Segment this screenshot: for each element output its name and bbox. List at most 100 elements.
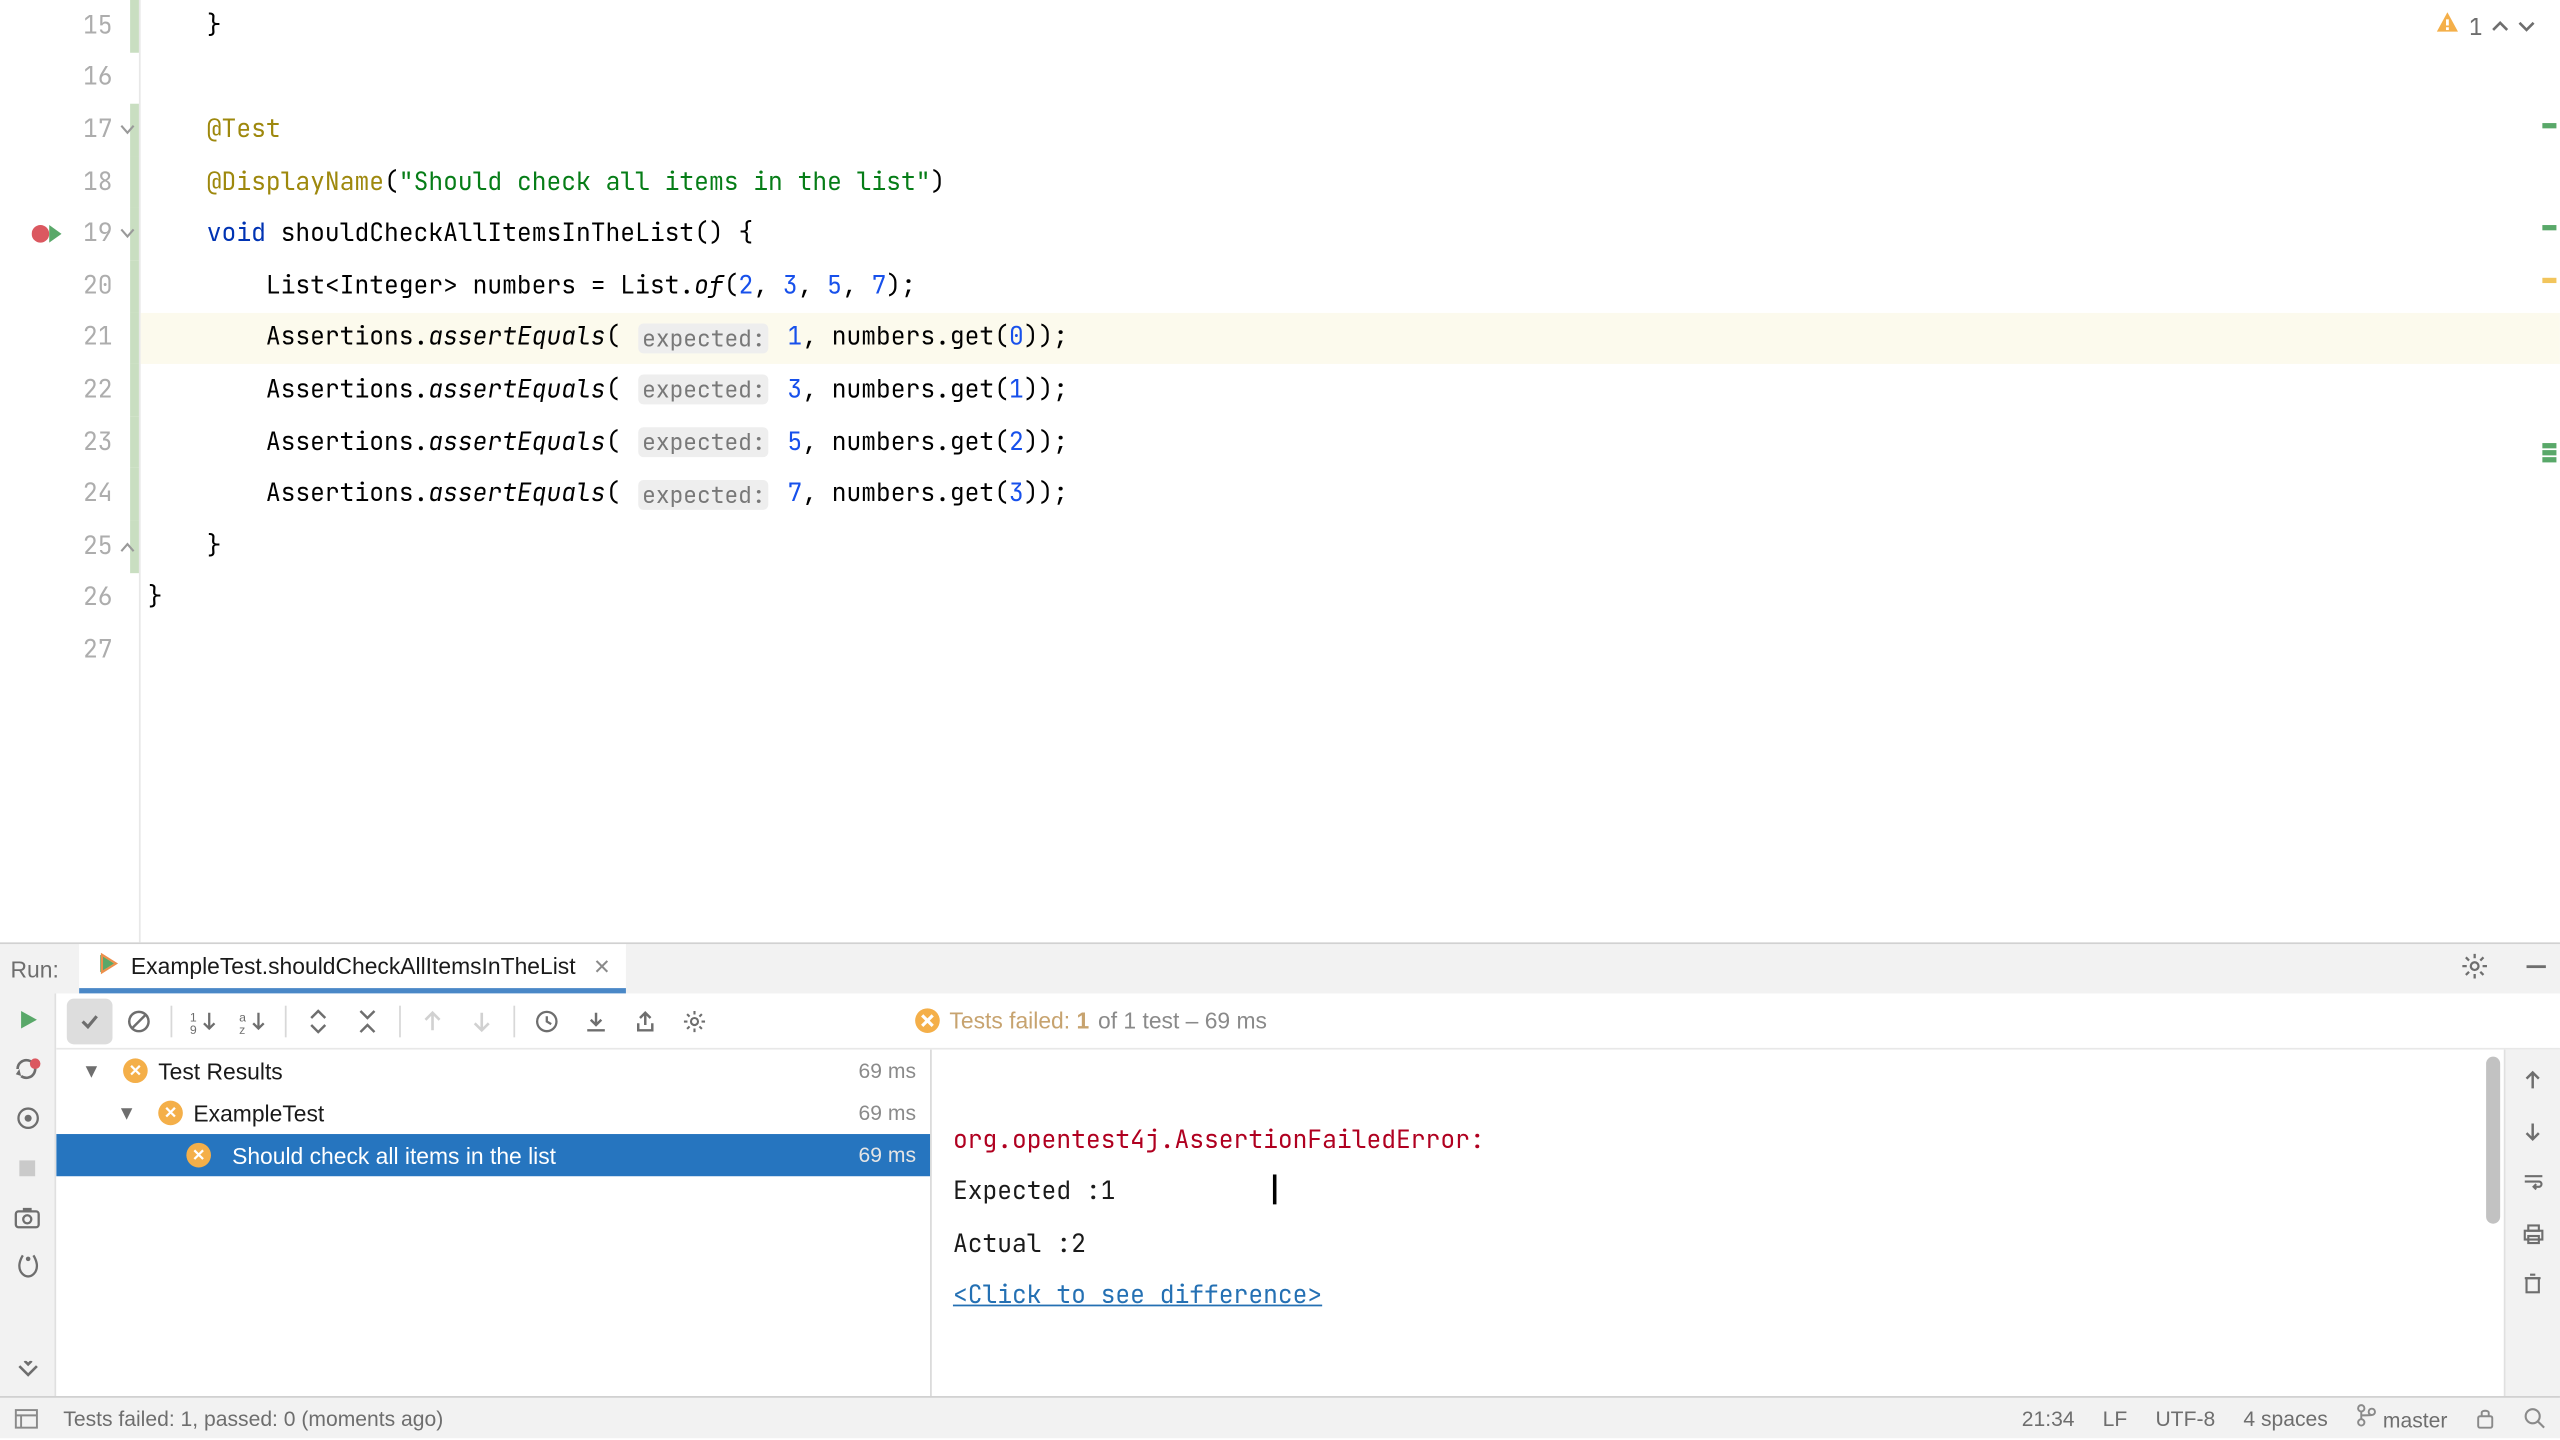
text-cursor [1274,1174,1278,1204]
see-difference-link[interactable]: <Click to see difference> [953,1281,1322,1313]
sort-by-duration-icon[interactable]: az [230,998,276,1044]
test-history-icon[interactable] [524,998,570,1044]
close-tab-icon[interactable]: ✕ [593,954,611,979]
stripe-marker[interactable] [2542,457,2556,462]
previous-failed-icon[interactable] [410,998,456,1044]
import-tests-icon[interactable] [573,998,619,1044]
annotation: @Test [207,114,281,146]
minimize-icon[interactable] [2523,953,2549,985]
chevron-down-icon[interactable]: ▾ [70,1057,112,1085]
file-encoding[interactable]: UTF-8 [2155,1406,2215,1431]
code-text: } [148,531,222,563]
next-failed-icon[interactable] [459,998,505,1044]
scroll-up-icon[interactable] [2517,1064,2549,1096]
fold-handle-icon[interactable] [120,538,136,554]
warning-icon [2435,11,2460,43]
code-text: , [842,270,872,302]
tree-label: Test Results [158,1058,858,1084]
tree-root[interactable]: ▾ ✕ Test Results 69 ms [56,1050,930,1092]
run-left-rail [0,993,56,1396]
test-settings-icon[interactable] [672,998,718,1044]
line-number: 16 [70,62,112,94]
test-tree[interactable]: ▾ ✕ Test Results 69 ms ▾ ✕ ExampleTest 6… [56,1050,932,1396]
run-config-tab[interactable]: ExampleTest.shouldCheckAllItemsInTheList… [80,944,627,993]
code-area[interactable]: } @Test @DisplayName("Should check all i… [141,0,2560,942]
line-number: 18 [70,166,112,198]
code-text: List<Integer> numbers = List. [148,270,694,302]
indent-setting[interactable]: 4 spaces [2243,1406,2327,1431]
line-number: 15 [70,10,112,42]
stripe-marker[interactable] [2542,225,2556,230]
inlay-hint: expected: [639,427,769,457]
lock-icon[interactable] [2476,1407,2495,1430]
stripe-marker[interactable] [2542,443,2556,448]
gear-icon[interactable] [2461,953,2487,985]
error-stripe[interactable] [2539,0,2560,942]
number-literal: 1 [1009,374,1024,406]
screenshot-icon[interactable] [11,1201,43,1233]
fold-handle-icon[interactable] [120,226,136,242]
code-text: ) [930,166,945,198]
number-literal: 5 [787,426,802,458]
caret-position[interactable]: 21:34 [2022,1406,2075,1431]
status-bar: Tests failed: 1, passed: 0 (moments ago)… [0,1396,2560,1438]
line-number: 27 [70,635,112,667]
stop-icon[interactable] [11,1152,43,1184]
code-text: , numbers.get( [802,426,1009,458]
code-text: ( [606,426,621,458]
chevron-down-icon[interactable]: ▾ [105,1099,147,1127]
tree-label: Should check all items in the list [232,1142,858,1168]
show-ignored-toggle[interactable] [116,998,162,1044]
tree-class[interactable]: ▾ ✕ ExampleTest 69 ms [56,1092,930,1134]
stripe-marker[interactable] [2542,450,2556,455]
summary-failed-count: 1 [1076,1007,1089,1033]
editor[interactable]: 15 16 17 18 19 20 21 22 23 24 25 26 27 }… [0,0,2560,942]
test-console[interactable]: org.opentest4j.AssertionFailedError: Exp… [932,1050,2504,1396]
method-call: assertEquals [428,374,605,406]
chevron-down-icon[interactable] [2518,11,2536,41]
rerun-icon[interactable] [11,1004,43,1036]
fold-handle-icon[interactable] [120,122,136,138]
method-call: assertEquals [428,426,605,458]
scrollbar[interactable] [2486,1057,2500,1224]
inspection-widget[interactable]: 1 [2435,11,2535,43]
sort-alphabetically-icon[interactable]: 19 [181,998,227,1044]
git-branch[interactable]: master [2356,1403,2447,1433]
number-literal: 3 [783,270,798,302]
test-summary: Tests failed: 1 of 1 test – 69 ms [914,1007,1267,1033]
summary-rest: of 1 test – 69 ms [1098,1007,1267,1033]
dump-threads-icon[interactable] [11,1250,43,1282]
warning-count: 1 [2469,11,2483,41]
line-separator[interactable]: LF [2103,1406,2128,1431]
code-text: ); [886,270,916,302]
svg-text:z: z [239,1022,245,1033]
scroll-down-icon[interactable] [2517,1115,2549,1147]
print-icon[interactable] [2517,1217,2549,1249]
inlay-hint: expected: [639,479,769,509]
chevron-up-icon[interactable] [2491,11,2509,41]
test-toolbar: 19 az Tests failed: 1 of 1 test – 69 ms [56,993,2560,1049]
soft-wrap-icon[interactable] [2517,1166,2549,1198]
line-number: 24 [70,478,112,510]
clear-all-icon[interactable] [2517,1268,2549,1300]
line-number: 22 [70,374,112,406]
toggle-auto-test-icon[interactable] [11,1102,43,1134]
collapse-all-icon[interactable] [345,998,391,1044]
tool-windows-icon[interactable] [14,1407,39,1428]
show-passed-toggle[interactable] [67,998,113,1044]
expand-icon[interactable] [11,1354,43,1386]
summary-prefix: Tests failed: [949,1007,1076,1033]
goto-icon[interactable] [2523,1407,2546,1430]
stripe-marker[interactable] [2542,278,2556,283]
code-text: } [148,10,222,42]
failed-tests-icon [914,1007,940,1033]
export-tests-icon[interactable] [622,998,668,1044]
run-label: Run: [11,956,59,982]
line-number: 23 [70,426,112,458]
expand-all-icon[interactable] [295,998,341,1044]
run-test-gutter-icon[interactable] [32,222,64,247]
stripe-marker[interactable] [2542,123,2556,128]
rerun-failed-icon[interactable] [11,1053,43,1085]
tree-test-selected[interactable]: ✕ Should check all items in the list 69 … [56,1134,930,1176]
code-text: , numbers.get( [802,478,1009,510]
